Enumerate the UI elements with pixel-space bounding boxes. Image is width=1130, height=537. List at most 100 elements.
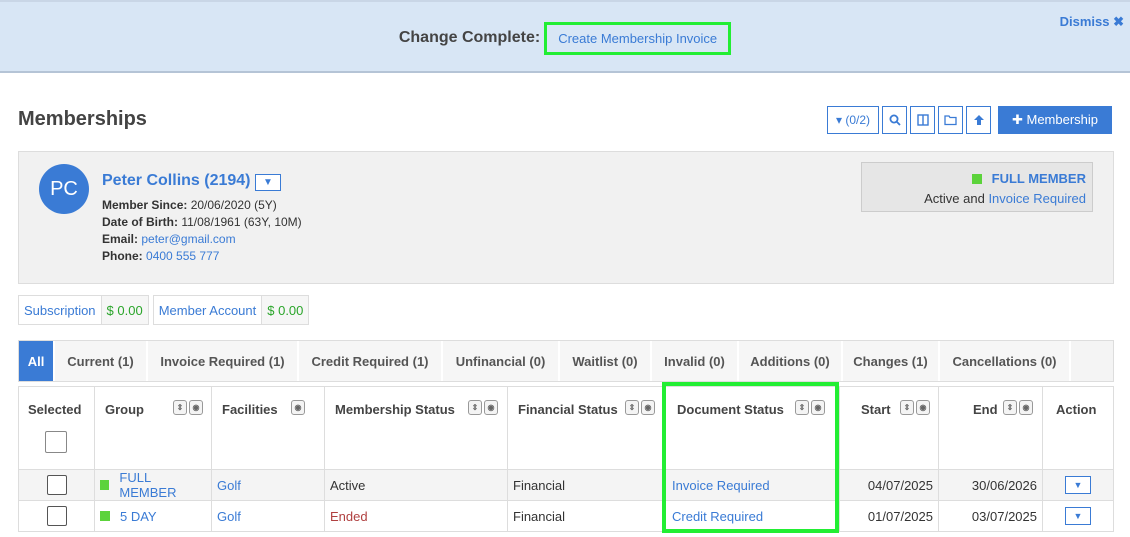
col-action-label: Action — [1056, 402, 1097, 417]
chevron-down-icon: ▼ — [263, 177, 273, 188]
col-facilities-label: Facilities — [222, 402, 278, 417]
member-since-value: 20/06/2020 (5Y) — [190, 198, 277, 212]
end-cell: 30/06/2026 — [939, 470, 1043, 500]
eye-icon[interactable]: ◉ — [484, 400, 498, 415]
document-status-link[interactable]: Credit Required — [672, 509, 763, 524]
subscription-label[interactable]: Subscription — [19, 303, 101, 318]
dob-row: Date of Birth: 11/08/1961 (63Y, 10M) — [102, 215, 302, 229]
phone-label: Phone: — [102, 249, 143, 263]
email-label: Email: — [102, 232, 139, 246]
membership-status-cell: Active — [325, 470, 508, 500]
group-link[interactable]: 5 DAY — [120, 509, 157, 524]
row-checkbox[interactable] — [46, 475, 67, 495]
tab-current[interactable]: Current (1) — [55, 341, 148, 381]
col-membership-status-label: Membership Status — [335, 402, 455, 417]
email-row: Email: peter@gmail.com — [102, 232, 236, 246]
tab-credit-required[interactable]: Credit Required (1) — [299, 341, 443, 381]
start-cell: 04/07/2025 — [840, 470, 939, 500]
sort-icon[interactable]: ⇕ — [173, 400, 187, 415]
chevron-down-icon: ▼ — [1073, 480, 1083, 490]
group-color-marker — [971, 173, 982, 184]
row-select-cell — [19, 501, 95, 531]
member-account-value: $ 0.00 — [261, 296, 309, 324]
facility-link[interactable]: Golf — [217, 509, 241, 524]
financial-status-cell: Financial — [508, 470, 663, 500]
eye-icon[interactable]: ◉ — [916, 400, 930, 415]
col-financial-status-controls: ⇕ ◉ — [623, 400, 655, 415]
group-cell: FULL MEMBER — [95, 470, 212, 500]
row-checkbox[interactable] — [46, 506, 67, 526]
dismiss-button[interactable]: Dismiss ✖ — [1060, 14, 1124, 30]
tab-cancellations[interactable]: Cancellations (0) — [940, 341, 1071, 381]
facility-link[interactable]: Golf — [217, 478, 241, 493]
membership-type-label: FULL MEMBER — [991, 171, 1086, 186]
folder-button[interactable] — [938, 106, 963, 134]
notification-banner: Change Complete: Create Membership Invoi… — [0, 0, 1130, 73]
col-facilities: Facilities ◉ — [212, 387, 325, 469]
document-status-cell: Credit Required — [663, 501, 840, 531]
membership-status-text: Active and Invoice Required — [924, 191, 1086, 206]
eye-icon[interactable]: ◉ — [811, 400, 825, 415]
add-membership-button[interactable]: ✚ Membership — [998, 106, 1112, 134]
group-color-marker — [100, 480, 110, 490]
sort-icon[interactable]: ⇕ — [795, 400, 809, 415]
tab-all[interactable]: All — [19, 341, 55, 381]
col-start: Start ⇕ ◉ — [840, 387, 939, 469]
col-selected: Selected — [19, 387, 95, 469]
sort-icon[interactable]: ⇕ — [625, 400, 639, 415]
sort-icon[interactable]: ⇕ — [1003, 400, 1017, 415]
start-cell: 01/07/2025 — [840, 501, 939, 531]
page-title: Memberships — [18, 108, 147, 130]
create-invoice-link[interactable]: Create Membership Invoice — [544, 21, 732, 55]
select-all-checkbox[interactable] — [45, 431, 67, 453]
member-options-dropdown[interactable]: ▼ — [255, 174, 281, 191]
upload-button[interactable] — [966, 106, 991, 134]
tab-unfinancial[interactable]: Unfinancial (0) — [443, 341, 560, 381]
membership-type: FULL MEMBER — [971, 171, 1086, 186]
search-icon — [889, 114, 901, 126]
group-link[interactable]: FULL MEMBER — [119, 470, 206, 500]
eye-icon[interactable]: ◉ — [1019, 400, 1033, 415]
tab-waitlist[interactable]: Waitlist (0) — [560, 341, 652, 381]
group-color-marker — [100, 511, 110, 521]
document-status-cell: Invoice Required — [663, 470, 840, 500]
member-card: PC Peter Collins (2194) ▼ Member Since: … — [18, 151, 1114, 284]
tab-invoice-required[interactable]: Invoice Required (1) — [148, 341, 299, 381]
tab-invalid[interactable]: Invalid (0) — [652, 341, 739, 381]
sort-icon[interactable]: ⇕ — [900, 400, 914, 415]
dob-label: Date of Birth: — [102, 215, 178, 229]
col-document-status-label: Document Status — [677, 402, 784, 417]
phone-row: Phone: 0400 555 777 — [102, 249, 219, 263]
filter-dropdown-button[interactable]: ▾ (0/2) — [827, 106, 879, 134]
columns-button[interactable] — [910, 106, 935, 134]
membership-status-box: FULL MEMBER Active and Invoice Required — [861, 162, 1093, 212]
member-name-link[interactable]: Peter Collins (2194) — [102, 172, 251, 190]
eye-icon[interactable]: ◉ — [641, 400, 655, 415]
col-financial-status-label: Financial Status — [518, 402, 618, 417]
financial-status-cell: Financial — [508, 501, 663, 531]
col-group-controls: ⇕ ◉ — [171, 400, 203, 415]
col-end: End ⇕ ◉ — [939, 387, 1043, 469]
tab-changes[interactable]: Changes (1) — [843, 341, 940, 381]
subscription-balance[interactable]: Subscription $ 0.00 — [18, 295, 149, 325]
eye-icon[interactable]: ◉ — [189, 400, 203, 415]
banner-label: Change Complete: — [398, 29, 541, 46]
phone-link[interactable]: 0400 555 777 — [146, 249, 219, 263]
document-status-link[interactable]: Invoice Required — [672, 478, 770, 493]
member-account-balance[interactable]: Member Account $ 0.00 — [152, 295, 310, 325]
search-button[interactable] — [882, 106, 907, 134]
member-account-label[interactable]: Member Account — [154, 303, 262, 318]
balances: Subscription $ 0.00 Member Account $ 0.0… — [18, 295, 313, 325]
row-action-dropdown[interactable]: ▼ — [1065, 507, 1091, 525]
membership-status-cell: Ended — [325, 501, 508, 531]
col-start-controls: ⇕ ◉ — [898, 400, 930, 415]
sort-icon[interactable]: ⇕ — [468, 400, 482, 415]
eye-icon[interactable]: ◉ — [291, 400, 305, 415]
tab-additions[interactable]: Additions (0) — [739, 341, 843, 381]
avatar: PC — [39, 164, 89, 214]
member-since-row: Member Since: 20/06/2020 (5Y) — [102, 198, 277, 212]
email-link[interactable]: peter@gmail.com — [141, 232, 235, 246]
invoice-required-link[interactable]: Invoice Required — [988, 191, 1086, 206]
group-cell: 5 DAY — [95, 501, 212, 531]
row-action-dropdown[interactable]: ▼ — [1065, 476, 1091, 494]
